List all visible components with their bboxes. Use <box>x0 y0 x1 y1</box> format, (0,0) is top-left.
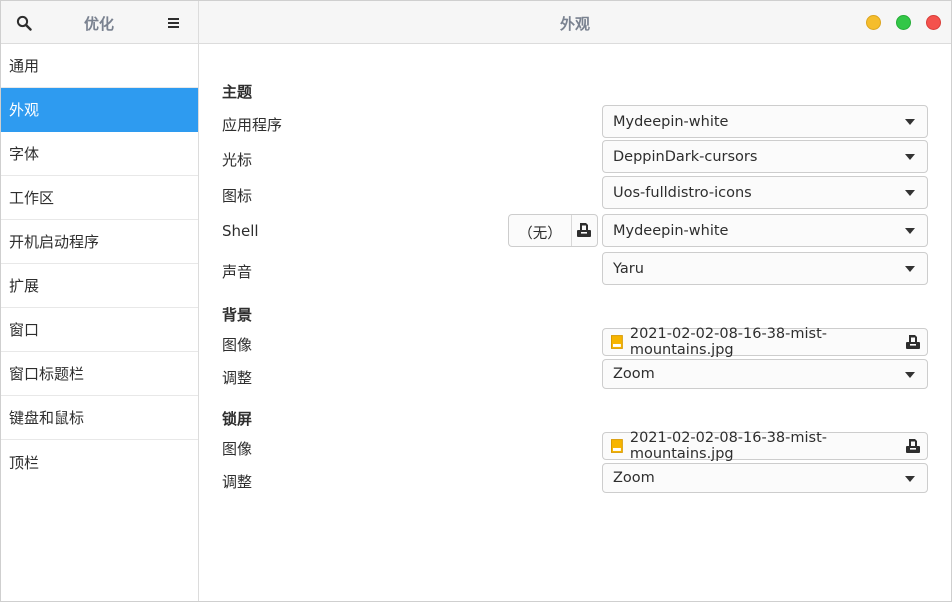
sound-label: 声音 <box>222 263 253 281</box>
search-button[interactable] <box>11 10 37 36</box>
combo-value: Yaru <box>613 260 644 277</box>
sidebar-item-workspaces[interactable]: 工作区 <box>1 176 198 220</box>
dropdown-arrow-icon <box>905 266 915 272</box>
appearance-panel: 主题 应用程序 Mydeepin-white 光标 DeppinDark-cur… <box>200 44 951 601</box>
shell-file-value: （无） <box>518 226 562 242</box>
lockscreen-section-title: 锁屏 <box>222 410 253 428</box>
cursor-label: 光标 <box>222 151 253 169</box>
combo-value: Mydeepin-white <box>613 113 729 130</box>
background-image-chooser[interactable]: 2021-02-02-08-16-38-mist-mountains.jpg <box>602 326 928 358</box>
background-adjust-combo[interactable]: Zoom <box>602 359 928 389</box>
combo-value: DeppinDark-cursors <box>613 148 758 165</box>
sidebar-item-label: 字体 <box>9 145 40 163</box>
open-document-icon <box>577 223 591 237</box>
lockscreen-image-chooser[interactable]: 2021-02-02-08-16-38-mist-mountains.jpg <box>602 430 928 462</box>
applications-theme-combo[interactable]: Mydeepin-white <box>602 105 928 138</box>
sidebar-header: 优化 <box>1 1 199 44</box>
lockscreen-image-label: 图像 <box>222 440 253 458</box>
open-document-icon <box>906 439 920 453</box>
page-title: 外观 <box>559 15 590 33</box>
sidebar: 通用 外观 字体 工作区 开机启动程序 扩展 窗口 窗口标题栏 键盘和鼠标 顶栏 <box>1 44 199 601</box>
sidebar-item-label: 窗口 <box>9 321 40 339</box>
close-button[interactable] <box>926 15 941 30</box>
image-file-icon <box>611 335 623 349</box>
sidebar-item-label: 窗口标题栏 <box>9 365 85 383</box>
sidebar-item-fonts[interactable]: 字体 <box>1 132 198 176</box>
icons-label: 图标 <box>222 187 253 205</box>
background-image-value: 2021-02-02-08-16-38-mist-mountains.jpg <box>629 326 828 358</box>
combo-value: Zoom <box>613 366 655 382</box>
dropdown-arrow-icon <box>905 119 915 125</box>
background-section-title: 背景 <box>222 306 253 324</box>
sidebar-item-label: 通用 <box>9 57 40 75</box>
menu-button[interactable] <box>161 10 187 36</box>
lockscreen-adjust-label: 调整 <box>222 473 253 491</box>
sidebar-item-window-titlebars[interactable]: 窗口标题栏 <box>1 352 198 396</box>
combo-value: Mydeepin-white <box>613 222 729 239</box>
maximize-button[interactable] <box>896 15 911 30</box>
background-adjust-label: 调整 <box>222 369 253 387</box>
sidebar-item-windows[interactable]: 窗口 <box>1 308 198 352</box>
sidebar-item-label: 开机启动程序 <box>9 233 100 251</box>
sidebar-item-label: 顶栏 <box>9 453 40 472</box>
cursor-theme-combo[interactable]: DeppinDark-cursors <box>602 140 928 173</box>
dropdown-arrow-icon <box>905 228 915 234</box>
background-image-label: 图像 <box>222 336 253 354</box>
combo-value: Zoom <box>613 470 655 486</box>
open-document-icon <box>906 335 920 349</box>
lockscreen-image-value: 2021-02-02-08-16-38-mist-mountains.jpg <box>629 430 828 462</box>
sidebar-title: 优化 <box>83 15 114 33</box>
lockscreen-adjust-combo[interactable]: Zoom <box>602 463 928 493</box>
sidebar-item-label: 键盘和鼠标 <box>9 409 85 427</box>
sidebar-item-general[interactable]: 通用 <box>1 44 198 88</box>
sidebar-item-extensions[interactable]: 扩展 <box>1 264 198 308</box>
sound-theme-combo[interactable]: Yaru <box>602 252 928 285</box>
sidebar-item-label: 扩展 <box>9 277 40 295</box>
dropdown-arrow-icon <box>905 476 915 482</box>
dropdown-arrow-icon <box>905 154 915 160</box>
shell-theme-combo[interactable]: Mydeepin-white <box>602 214 928 247</box>
dropdown-arrow-icon <box>905 372 915 378</box>
minimize-button[interactable] <box>866 15 881 30</box>
tweaks-window: 优化 外观 通用 外观 字体 工作区 开机启动程序 扩展 窗口 窗口标题栏 键盘… <box>0 0 952 602</box>
applications-label: 应用程序 <box>222 116 283 134</box>
image-file-icon <box>611 439 623 453</box>
sidebar-item-label: 工作区 <box>9 189 55 207</box>
themes-section-title: 主题 <box>222 83 253 101</box>
sidebar-item-keyboard-mouse[interactable]: 键盘和鼠标 <box>1 396 198 440</box>
hamburger-menu-icon <box>168 18 179 28</box>
combo-value: Uos-fulldistro-icons <box>613 184 752 201</box>
sidebar-item-appearance[interactable]: 外观 <box>1 88 198 132</box>
search-icon <box>16 15 32 31</box>
separator <box>571 215 572 246</box>
sidebar-item-label: 外观 <box>9 101 40 119</box>
sidebar-item-startup-applications[interactable]: 开机启动程序 <box>1 220 198 264</box>
shell-file-chooser[interactable]: （无） <box>508 214 598 247</box>
shell-label: Shell <box>222 222 259 240</box>
header-bar: 优化 外观 <box>1 1 951 44</box>
dropdown-arrow-icon <box>905 190 915 196</box>
sidebar-item-top-bar[interactable]: 顶栏 <box>1 440 198 484</box>
icons-theme-combo[interactable]: Uos-fulldistro-icons <box>602 176 928 209</box>
